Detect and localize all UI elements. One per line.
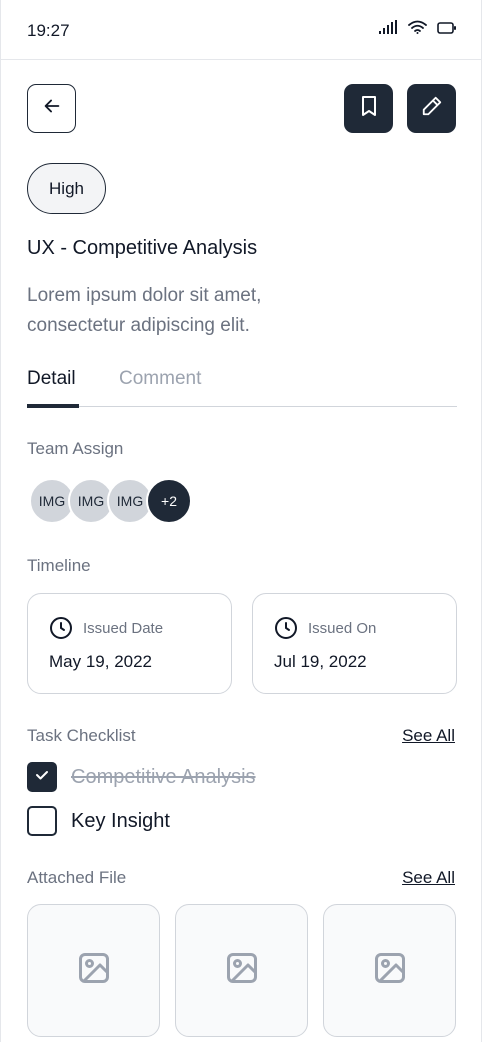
bookmark-icon	[359, 95, 379, 122]
status-time: 19:27	[27, 21, 70, 40]
task-checklist-label: Task Checklist	[27, 726, 136, 745]
checkbox-checked[interactable]	[27, 762, 57, 792]
issued-on-card: Issued On Jul 19, 2022	[252, 593, 457, 694]
issued-date-label: Issued Date	[83, 620, 164, 637]
tab-bar: Detail Comment	[27, 366, 457, 408]
image-icon	[224, 950, 260, 991]
issued-date-card: Issued Date May 19, 2022	[27, 593, 232, 694]
clock-icon	[274, 616, 298, 645]
checklist-item-label: Key Insight	[71, 809, 170, 832]
more-members-badge[interactable]: +2	[146, 478, 192, 524]
arrow-left-icon	[41, 95, 63, 122]
timeline-label: Timeline	[27, 556, 91, 575]
attached-file-label: Attached File	[27, 868, 127, 887]
checklist-item[interactable]: Competitive Analysis	[27, 762, 256, 792]
status-icons	[378, 20, 457, 39]
pencil-icon	[421, 95, 443, 122]
checklist-see-all-link[interactable]: See All	[402, 726, 455, 746]
task-description: Lorem ipsum dolor sit amet, consectetur …	[27, 285, 262, 336]
team-avatars: IMG IMG IMG +2	[29, 478, 199, 524]
check-icon	[34, 767, 50, 788]
app-frame: 19:27 High UX - Competitive Analysis Lor…	[0, 0, 482, 1042]
issued-date-value: May 19, 2022	[49, 652, 153, 671]
checklist-item[interactable]: Key Insight	[27, 806, 170, 836]
edit-button[interactable]	[407, 84, 456, 133]
issued-on-value: Jul 19, 2022	[274, 652, 367, 671]
team-assign-label: Team Assign	[27, 439, 124, 458]
back-button[interactable]	[27, 84, 76, 133]
priority-chip: High	[27, 163, 106, 214]
image-icon	[76, 950, 112, 991]
attached-file-thumbnail[interactable]	[27, 904, 160, 1037]
image-icon	[372, 950, 408, 991]
tab-comment[interactable]: Comment	[119, 368, 201, 390]
task-title: UX - Competitive Analysis	[27, 237, 258, 259]
clock-icon	[49, 616, 73, 645]
status-bar: 19:27	[1, 0, 482, 60]
tab-detail[interactable]: Detail	[27, 368, 76, 390]
checkbox-unchecked[interactable]	[27, 806, 57, 836]
battery-icon	[437, 21, 457, 39]
active-tab-indicator	[27, 404, 79, 408]
signal-icon	[378, 20, 398, 39]
issued-on-label: Issued On	[308, 620, 377, 637]
bookmark-button[interactable]	[344, 84, 393, 133]
attached-file-thumbnail[interactable]	[175, 904, 308, 1037]
checklist-item-label: Competitive Analysis	[71, 765, 256, 788]
attached-file-thumbnail[interactable]	[323, 904, 456, 1037]
wifi-icon	[408, 20, 427, 39]
files-see-all-link[interactable]: See All	[402, 868, 455, 888]
